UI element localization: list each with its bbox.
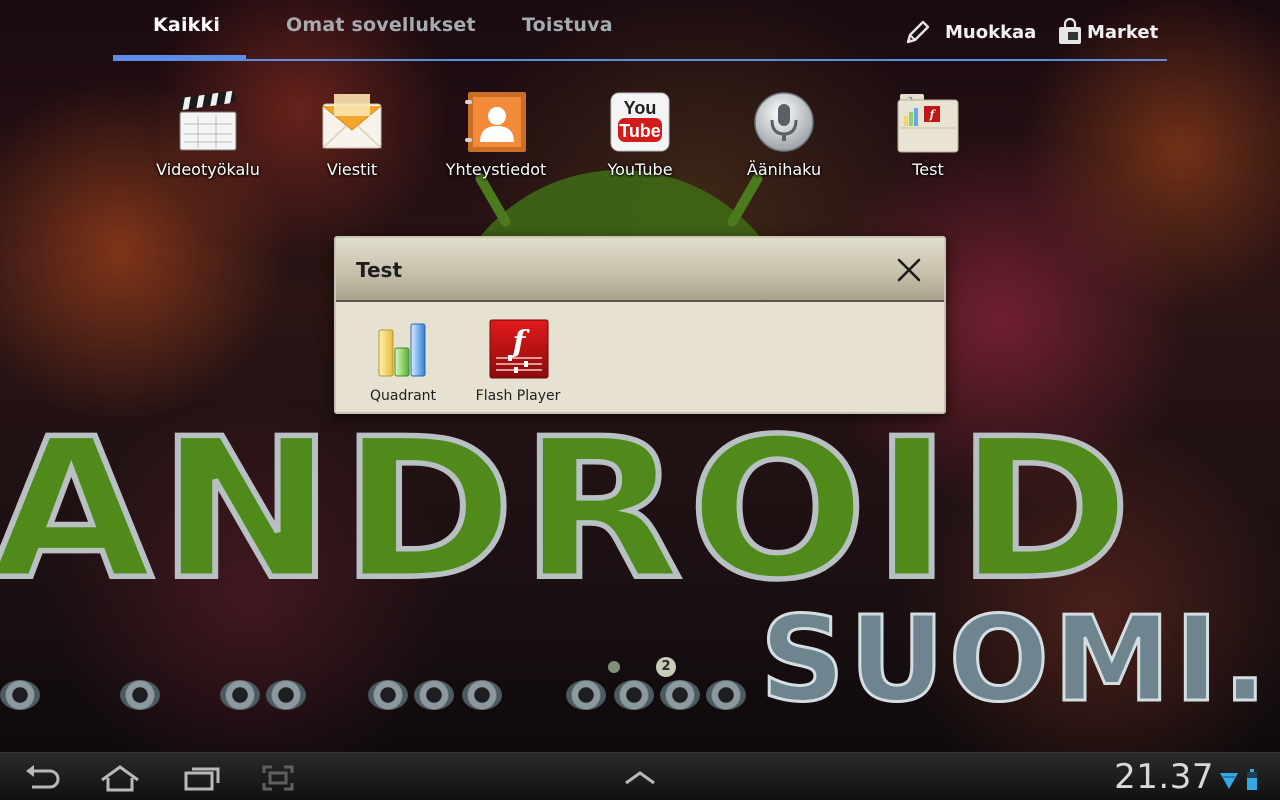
clock[interactable]: 21.37 — [1114, 757, 1214, 797]
recent-apps-icon[interactable] — [180, 763, 224, 793]
app-viestit[interactable]: Viestit — [282, 90, 422, 186]
envelope-icon — [320, 90, 384, 154]
edit-button[interactable]: Muokkaa — [903, 14, 1036, 50]
edit-button-label: Muokkaa — [945, 21, 1037, 43]
youtube-icon: You Tube — [608, 90, 672, 154]
folder-popup-header: Test — [336, 238, 944, 302]
app-yhteystiedot[interactable]: Yhteystiedot — [426, 90, 566, 186]
folder-icon: 2 f — [896, 90, 960, 154]
page-dot[interactable] — [608, 661, 620, 673]
current-page-badge: 2 — [656, 657, 676, 677]
app-label: Test — [912, 160, 944, 179]
wifi-icon — [1218, 769, 1240, 795]
folder-app-quadrant[interactable]: Quadrant — [348, 318, 458, 408]
battery-icon — [1246, 769, 1258, 795]
folder-app-flash-player[interactable]: f Flash Player — [463, 318, 573, 408]
app-youtube[interactable]: You Tube YouTube — [570, 90, 710, 186]
up-chevron-icon[interactable] — [618, 763, 662, 793]
pencil-icon — [903, 17, 933, 47]
market-button-label: Market — [1087, 21, 1159, 43]
app-label: Viestit — [326, 160, 378, 179]
folder-popup: Test Quadrant f Flash Player — [334, 236, 946, 414]
app-label: Yhteystiedot — [445, 160, 547, 179]
app-aanihaku[interactable]: Äänihaku — [714, 90, 854, 186]
page-indicator: 2 — [600, 656, 690, 680]
folder-app-label: Flash Player — [475, 388, 561, 404]
app-drawer-tab-bar: Kaikki Omat sovellukset Toistuva Muokkaa… — [113, 0, 1167, 62]
tab-bar-divider — [113, 59, 1167, 61]
app-label: Videotyökalu — [156, 160, 260, 179]
app-label: Äänihaku — [746, 160, 822, 179]
tab-toistuva[interactable]: Toistuva — [522, 14, 613, 46]
wallpaper-suomi-text: SUOMI.FI — [759, 590, 1280, 728]
shopping-bag-icon — [1057, 17, 1083, 47]
app-videotyokalu[interactable]: Videotyökalu — [138, 90, 278, 186]
tab-omat-sovellukset[interactable]: Omat sovellukset — [286, 14, 476, 46]
bar-chart-icon — [371, 318, 435, 382]
screenshot-icon[interactable] — [256, 763, 300, 793]
youtube-logo-tube: Tube — [619, 121, 661, 141]
microphone-icon — [752, 90, 816, 154]
folder-title[interactable]: Test — [356, 258, 402, 282]
market-button[interactable]: Market — [1057, 14, 1158, 50]
folder-app-label: Quadrant — [369, 388, 437, 404]
tab-kaikki[interactable]: Kaikki — [153, 14, 220, 46]
close-icon[interactable] — [896, 257, 922, 283]
home-icon[interactable] — [98, 763, 142, 793]
youtube-logo-you: You — [624, 98, 657, 118]
status-icons[interactable] — [1218, 769, 1264, 791]
back-icon[interactable] — [20, 763, 64, 793]
system-bar: 21.37 — [0, 752, 1280, 800]
wallpaper-android-logo-text: ANDROID — [0, 396, 1138, 623]
app-folder-test[interactable]: 2 f Test — [858, 90, 998, 186]
flash-icon: f — [486, 318, 550, 382]
contacts-icon — [464, 90, 528, 154]
app-label: YouTube — [607, 160, 673, 179]
clapperboard-icon — [176, 90, 240, 154]
